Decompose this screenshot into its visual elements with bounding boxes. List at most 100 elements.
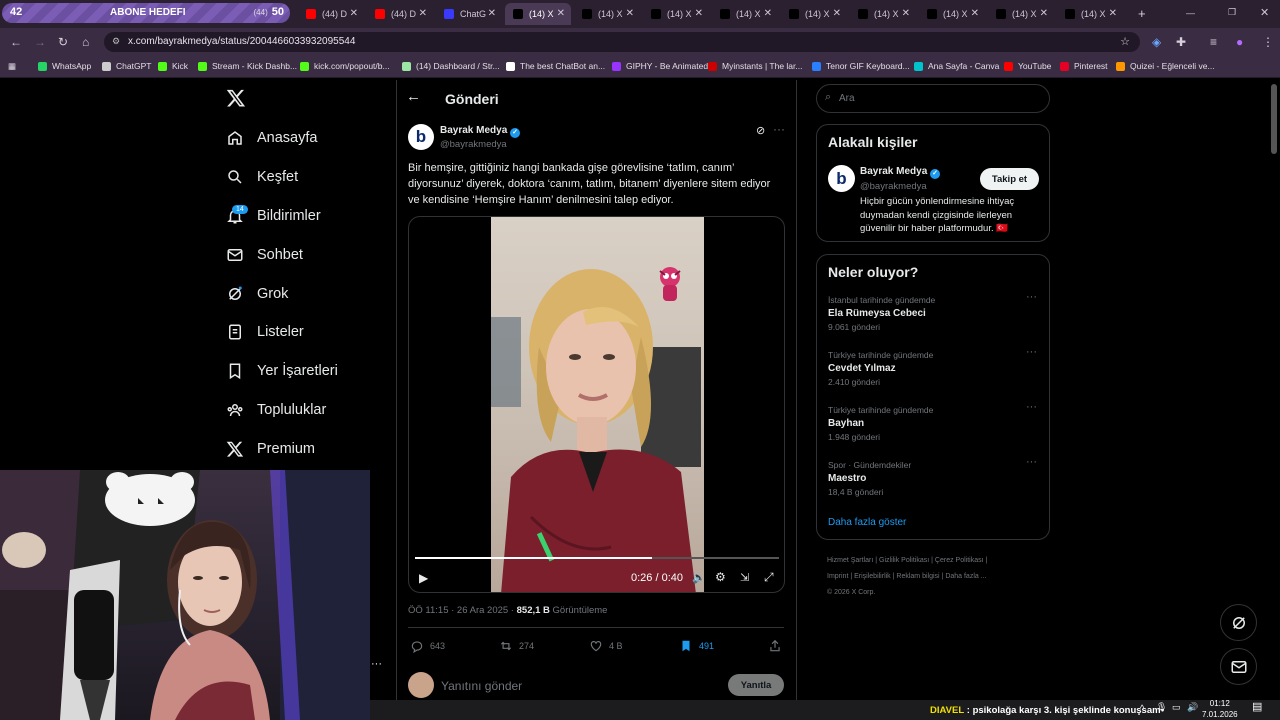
back-arrow-icon[interactable]: ← [406, 88, 421, 105]
tab-close-icon[interactable]: ✕ [764, 8, 772, 19]
bookmark-item[interactable]: WhatsApp [38, 61, 91, 71]
microphone-icon[interactable]: 🎙 [1156, 702, 1167, 713]
site-info-icon[interactable]: ⚙ [112, 36, 120, 47]
trend-more-icon[interactable]: ··· [1026, 401, 1037, 413]
close-window-button[interactable]: ✕ [1260, 6, 1269, 19]
browser-tab[interactable]: ChatG ✕ [436, 3, 502, 25]
bookmark-item[interactable]: Pinterest [1060, 61, 1108, 71]
nav-premium[interactable]: Premium [226, 437, 315, 461]
video-progress-track[interactable] [415, 557, 779, 559]
bookmark-item[interactable]: ChatGPT [102, 61, 151, 71]
avatar[interactable]: b [408, 124, 434, 150]
browser-tab[interactable]: (44) D ✕ [298, 3, 364, 25]
bookmark-item[interactable]: GIPHY - Be Animated [612, 61, 708, 71]
trend-item[interactable]: İstanbul tarihinde gündemde Ela Rümeysa C… [828, 295, 1018, 332]
trend-item[interactable]: Spor · Gündemdekiler Maestro 18,4 B gönder… [828, 460, 1018, 497]
nav-chat[interactable]: Sohbet [226, 243, 303, 267]
new-tab-button[interactable]: + [1138, 6, 1146, 21]
profile-avatar[interactable]: ● [1236, 35, 1243, 49]
browser-tab[interactable]: (14) X ✕ [850, 3, 916, 25]
tab-close-icon[interactable]: ✕ [1109, 8, 1117, 19]
bookmark-item[interactable]: YouTube [1004, 61, 1051, 71]
browser-tab[interactable]: (14) X ✕ [919, 3, 985, 25]
tab-close-icon[interactable]: ✕ [626, 8, 634, 19]
trend-more-icon[interactable]: ··· [1026, 291, 1037, 303]
person-name[interactable]: Bayrak Medya ✓ [860, 166, 941, 179]
tab-close-icon[interactable]: ✕ [488, 8, 496, 19]
more-icon[interactable]: ··· [371, 658, 382, 670]
footer-link[interactable]: Çerez Politikası [935, 557, 984, 564]
bookmark-item[interactable]: (14) Dashboard / Str... [402, 61, 500, 71]
forward-icon[interactable]: → [34, 35, 46, 49]
browser-tab[interactable]: (14) X ✕ [574, 3, 640, 25]
media-icon[interactable]: ≡ [1210, 35, 1217, 49]
bookmark-item[interactable]: Stream - Kick Dashb... [198, 61, 297, 71]
bookmark-item[interactable]: Quizei - Eğlenceli ve... [1116, 61, 1215, 71]
nav-home[interactable]: Anasayfa [226, 126, 317, 150]
browser-tab[interactable]: (14) X ✕ [781, 3, 847, 25]
fullscreen-icon[interactable]: ⤢ [764, 570, 774, 585]
tray-chevron-icon[interactable]: ^ [1140, 703, 1144, 713]
bookmark-item[interactable]: The best ChatBot an... [506, 61, 605, 71]
tab-close-icon[interactable]: ✕ [971, 8, 979, 19]
trend-item[interactable]: Türkiye tarihinde gündemde Bayhan 1.948 gö… [828, 405, 1018, 442]
reload-icon[interactable]: ↻ [58, 35, 68, 49]
tab-close-icon[interactable]: ✕ [557, 8, 565, 19]
url-field[interactable]: ⚙ x.com/bayrakmedya/status/2004466033932… [104, 32, 1140, 52]
footer-link[interactable]: Daha fazla ... [945, 573, 986, 580]
repost-button[interactable]: 274 [499, 639, 534, 653]
bookmark-item[interactable]: Tenor GIF Keyboard... [812, 61, 910, 71]
search-input[interactable]: ⌕ Ara [816, 84, 1050, 113]
nav-explore[interactable]: Keşfet [226, 165, 298, 189]
author-handle[interactable]: @bayrakmedya [440, 139, 507, 150]
tab-close-icon[interactable]: ✕ [902, 8, 910, 19]
reply-input[interactable]: Yanıtını gönder [441, 679, 522, 693]
menu-icon[interactable]: ⋮ [1262, 35, 1274, 49]
post-timestamp[interactable]: ÖÖ 11:15 · 26 Ara 2025 · [408, 605, 517, 616]
show-more-link[interactable]: Daha fazla göster [828, 517, 906, 528]
network-icon[interactable]: ▭ [1172, 702, 1181, 713]
person-avatar[interactable]: b [828, 165, 855, 192]
trend-more-icon[interactable]: ··· [1026, 346, 1037, 358]
browser-tab[interactable]: (14) X ✕ [1057, 3, 1123, 25]
extensions-puzzle-icon[interactable]: ✚ [1176, 35, 1186, 49]
follow-button[interactable]: Takip et [980, 168, 1039, 190]
bookmark-item[interactable]: kick.com/popout/b... [300, 61, 390, 71]
tab-close-icon[interactable]: ✕ [419, 8, 427, 19]
footer-link[interactable]: Hizmet Şartları [827, 557, 873, 564]
home-icon[interactable]: ⌂ [82, 35, 89, 49]
footer-link[interactable]: Imprint [827, 573, 848, 580]
bookmark-item[interactable]: Kick [158, 61, 188, 71]
trend-more-icon[interactable]: ··· [1026, 456, 1037, 468]
browser-tab[interactable]: (14) X ✕ [988, 3, 1054, 25]
minimize-button[interactable]: — [1186, 8, 1195, 18]
grok-analyze-icon[interactable]: ⊘ [756, 124, 765, 137]
footer-link[interactable]: Erişilebilirlik [854, 573, 891, 580]
tab-close-icon[interactable]: ✕ [695, 8, 703, 19]
apps-icon[interactable]: ▦ [8, 61, 16, 72]
reply-submit-button[interactable]: Yanıtla [728, 674, 784, 696]
browser-tab[interactable]: (14) X ✕ [712, 3, 778, 25]
browser-tab[interactable]: (44) D ✕ [367, 3, 433, 25]
more-options-icon[interactable]: ··· [773, 122, 785, 136]
share-button[interactable] [768, 639, 788, 653]
dock-icon[interactable]: ⇲ [740, 571, 749, 584]
bookmark-item[interactable]: Ana Sayfa - Canva [914, 61, 999, 71]
nav-lists[interactable]: Listeler [226, 320, 304, 344]
back-icon[interactable]: ← [10, 35, 22, 49]
trend-item[interactable]: Türkiye tarihinde gündemde Cevdet Yılmaz 2… [828, 350, 1018, 387]
messages-fab-button[interactable] [1220, 648, 1257, 685]
extension-icon[interactable]: ◈ [1152, 35, 1161, 49]
like-button[interactable]: 4 B [589, 639, 623, 653]
video-player[interactable]: ▶ 0:26 / 0:40 🔈 ⚙ ⇲ ⤢ [408, 216, 785, 593]
volume-icon[interactable]: 🔈 [692, 571, 706, 584]
tab-close-icon[interactable]: ✕ [350, 8, 358, 19]
bookmark-item[interactable]: Myinstants | The lar... [708, 61, 802, 71]
bookmark-star-icon[interactable]: ☆ [1120, 35, 1130, 48]
bookmark-button[interactable]: 491 [679, 639, 714, 653]
speaker-icon[interactable]: 🔊 [1187, 702, 1198, 713]
reply-button[interactable]: 643 [410, 639, 445, 653]
settings-gear-icon[interactable]: ⚙ [715, 570, 726, 584]
system-clock[interactable]: 01:12 7.01.2026 [1202, 698, 1238, 720]
tab-close-icon[interactable]: ✕ [833, 8, 841, 19]
